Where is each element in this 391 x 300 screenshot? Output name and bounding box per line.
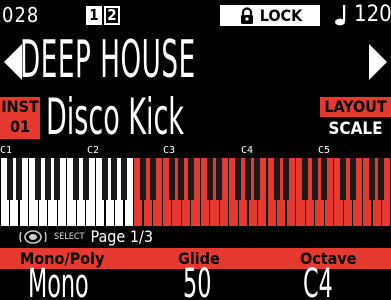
- black-key[interactable]: [321, 158, 328, 200]
- black-key[interactable]: [254, 158, 261, 200]
- instrument-name[interactable]: Disco Kick: [46, 88, 184, 146]
- octave-labels: C1 C2 C3 C4 C5: [0, 145, 391, 157]
- page-indicator: SELECT Page 1/3: [18, 227, 153, 247]
- instrument-badge-label: INST: [1, 97, 39, 116]
- black-key[interactable]: [73, 158, 80, 200]
- black-key[interactable]: [35, 158, 42, 200]
- device-screen: 028 1 2 LOCK 120.0 DEEP HOUSE INST 01 Di…: [0, 0, 391, 300]
- black-key[interactable]: [82, 158, 89, 200]
- black-key[interactable]: [311, 158, 318, 200]
- part-1-indicator[interactable]: 1: [86, 6, 102, 25]
- octave-label-c1: C1: [0, 145, 13, 156]
- tempo-display[interactable]: 120.0: [334, 2, 391, 28]
- black-key[interactable]: [149, 158, 156, 200]
- black-key[interactable]: [206, 158, 213, 200]
- param-value-mono-poly[interactable]: Mono: [28, 261, 89, 300]
- black-key[interactable]: [168, 158, 175, 200]
- param-value-octave[interactable]: C4: [303, 261, 333, 300]
- octave-label-c2: C2: [87, 145, 100, 156]
- triangle-right-icon[interactable]: [367, 38, 391, 86]
- black-key[interactable]: [216, 158, 223, 200]
- black-key[interactable]: [187, 158, 194, 200]
- black-key[interactable]: [244, 158, 251, 200]
- octave-label-c3: C3: [163, 145, 176, 156]
- black-key[interactable]: [101, 158, 108, 200]
- page-label: Page 1/3: [90, 227, 153, 246]
- pattern-number: 028: [2, 3, 40, 27]
- layout-value[interactable]: SCALE: [320, 119, 391, 139]
- part-2-indicator[interactable]: 2: [104, 6, 120, 25]
- black-key[interactable]: [44, 158, 51, 200]
- instrument-number: 01: [9, 117, 31, 136]
- black-key[interactable]: [178, 158, 185, 200]
- black-key[interactable]: [378, 158, 385, 200]
- black-key[interactable]: [235, 158, 242, 200]
- black-key[interactable]: [6, 158, 13, 200]
- black-key[interactable]: [273, 158, 280, 200]
- lock-badge[interactable]: LOCK: [220, 5, 320, 26]
- octave-label-c4: C4: [241, 145, 254, 156]
- black-key[interactable]: [16, 158, 23, 200]
- lock-label: LOCK: [259, 6, 303, 25]
- tempo-value: 120.0: [354, 2, 391, 27]
- octave-label-c5: C5: [318, 145, 331, 156]
- instrument-badge: INST 01: [0, 97, 40, 139]
- layout-badge: LAYOUT: [320, 97, 391, 117]
- black-key[interactable]: [283, 158, 290, 200]
- piano-keyboard[interactable]: [0, 158, 391, 226]
- padlock-icon: [240, 6, 253, 24]
- black-key[interactable]: [349, 158, 356, 200]
- black-key[interactable]: [54, 158, 61, 200]
- quarter-note-icon: [335, 5, 346, 26]
- select-label: SELECT: [54, 232, 85, 242]
- black-key[interactable]: [120, 158, 127, 200]
- black-key[interactable]: [111, 158, 118, 200]
- param-value-glide[interactable]: 50: [183, 261, 211, 300]
- black-key[interactable]: [368, 158, 375, 200]
- black-key[interactable]: [302, 158, 309, 200]
- black-key[interactable]: [140, 158, 147, 200]
- knob-icon: [19, 230, 47, 244]
- project-name: DEEP HOUSE: [20, 30, 196, 90]
- black-key[interactable]: [340, 158, 347, 200]
